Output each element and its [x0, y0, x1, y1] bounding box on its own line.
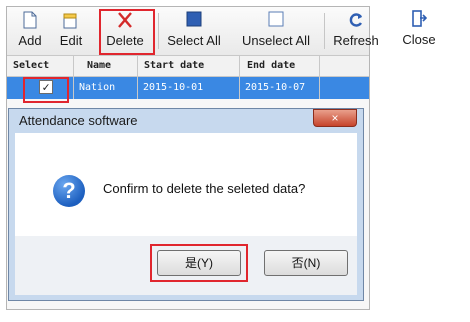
edit-label: Edit: [59, 33, 83, 48]
filled-square-icon: [162, 11, 226, 31]
select-all-label: Select All: [167, 33, 221, 48]
grid-column-line: [319, 56, 320, 99]
toolbar: Add Edit Delete Select All Unselect All …: [7, 7, 379, 56]
delete-highlight-box: [99, 9, 155, 55]
empty-square-icon: [232, 11, 320, 31]
edit-button[interactable]: Edit: [49, 7, 93, 55]
close-label: Close: [402, 32, 436, 47]
edit-document-icon: [49, 11, 93, 31]
row-start-date-cell: 2015-10-01: [143, 82, 204, 93]
row-end-date-cell: 2015-10-07: [245, 82, 306, 93]
add-button[interactable]: Add: [13, 7, 47, 55]
dialog-button-bar: 是(Y) 否(N): [15, 236, 357, 295]
no-button[interactable]: 否(N): [264, 250, 348, 276]
add-label: Add: [18, 33, 42, 48]
grid-column-line: [239, 56, 240, 99]
dialog-close-button[interactable]: ×: [313, 109, 357, 127]
unselect-all-button[interactable]: Unselect All: [232, 7, 320, 55]
close-button[interactable]: Close: [390, 6, 448, 54]
confirm-delete-dialog: Attendance software × ? Confirm to delet…: [8, 108, 364, 301]
select-all-button[interactable]: Select All: [162, 7, 226, 55]
dialog-title: Attendance software: [19, 113, 138, 128]
grid-header: Select Name Start date End date: [7, 56, 369, 77]
grid-column-line: [73, 56, 74, 99]
column-header-name[interactable]: Name: [87, 60, 111, 71]
dialog-message: Confirm to delete the seleted data?: [103, 181, 306, 196]
unselect-all-label: Unselect All: [242, 33, 310, 48]
column-header-select[interactable]: Select: [13, 60, 49, 71]
new-document-icon: [13, 11, 47, 31]
checkbox-highlight-box: [23, 77, 69, 103]
refresh-button[interactable]: Refresh: [327, 7, 385, 55]
refresh-label: Refresh: [333, 33, 379, 48]
dialog-body: ? Confirm to delete the seleted data?: [15, 133, 357, 236]
row-name-cell: Nation: [79, 82, 116, 93]
question-icon: ?: [53, 175, 85, 207]
column-header-start-date[interactable]: Start date: [144, 60, 204, 71]
column-header-end-date[interactable]: End date: [247, 60, 295, 71]
grid-column-line: [137, 56, 138, 99]
exit-door-icon: [390, 10, 448, 30]
refresh-icon: [327, 11, 385, 31]
toolbar-separator: [324, 13, 325, 49]
yes-highlight-box: [150, 244, 248, 282]
toolbar-separator: [158, 13, 159, 49]
